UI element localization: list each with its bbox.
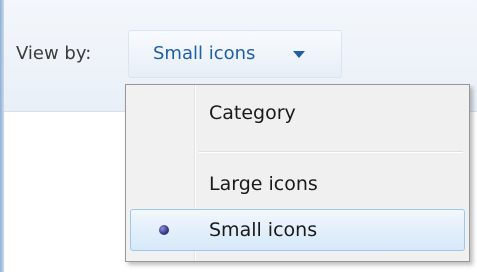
view-by-menu: Category Large icons Small icons bbox=[125, 84, 470, 262]
menu-item-label: Small icons bbox=[209, 219, 318, 241]
menu-item-category[interactable]: Category bbox=[130, 92, 465, 134]
menu-item-small-icons[interactable]: Small icons bbox=[130, 209, 465, 251]
view-by-label: View by: bbox=[16, 43, 92, 64]
view-by-dropdown-button[interactable]: Small icons bbox=[128, 30, 342, 78]
caret-down-icon bbox=[293, 51, 305, 58]
menu-item-label: Large icons bbox=[209, 173, 318, 195]
menu-separator bbox=[199, 151, 463, 153]
view-by-current-value: Small icons bbox=[153, 43, 256, 64]
menu-item-label: Category bbox=[209, 102, 296, 124]
radio-bullet-icon bbox=[159, 225, 169, 235]
menu-item-large-icons[interactable]: Large icons bbox=[130, 163, 465, 205]
